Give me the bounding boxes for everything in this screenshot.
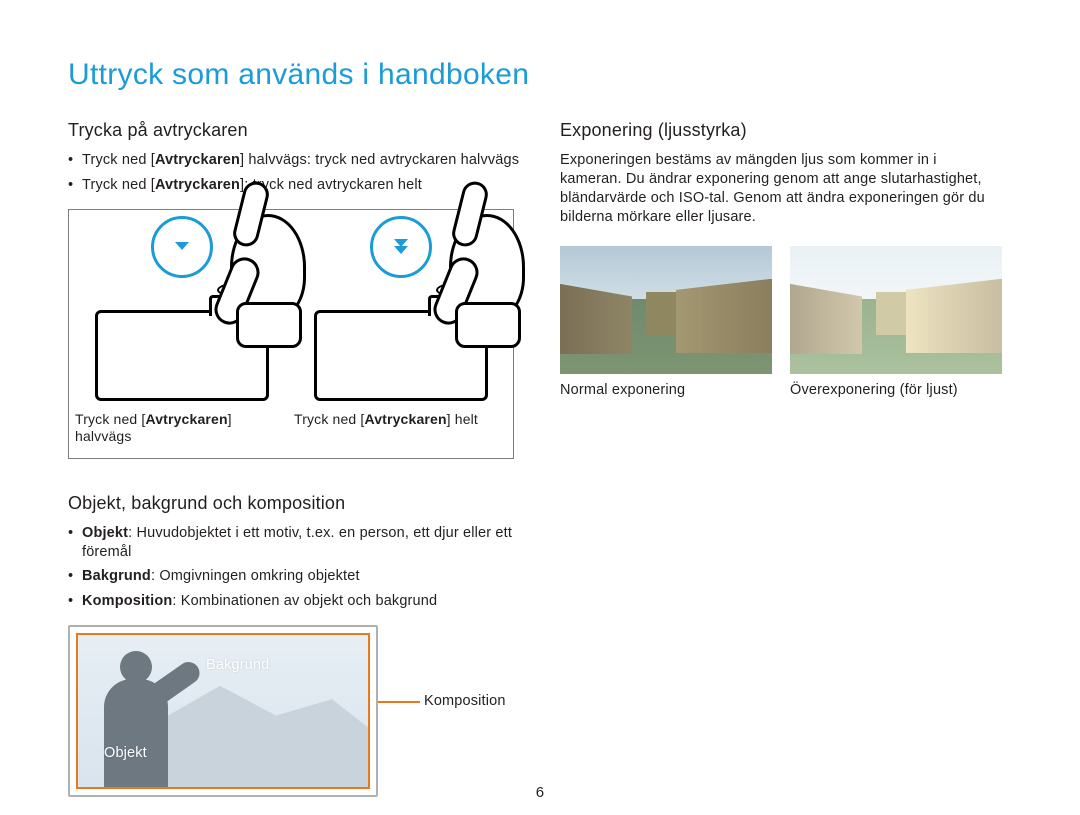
shutter-full-cell: Tryck ned [Avtryckaren] helt bbox=[294, 216, 507, 446]
text: : Huvudobjektet i ett motiv, t.ex. en pe… bbox=[82, 525, 512, 560]
press-half-icon bbox=[151, 216, 213, 278]
text-bold: Objekt bbox=[82, 525, 128, 541]
left-column: Trycka på avtryckaren Tryck ned [Avtryck… bbox=[68, 120, 520, 805]
caption: Överexponering (för ljust) bbox=[790, 382, 1002, 398]
manual-page: Uttryck som används i handboken Trycka p… bbox=[0, 0, 1080, 815]
shutter-half-cell: Tryck ned [Avtryckaren] halvvägs bbox=[75, 216, 288, 446]
section-heading-exposure: Exponering (ljusstyrka) bbox=[560, 120, 1000, 141]
text: ]: tryck ned avtryckaren helt bbox=[240, 177, 422, 193]
text: Tryck ned [ bbox=[82, 152, 155, 168]
page-number: 6 bbox=[536, 784, 545, 801]
shutter-full-illustration bbox=[294, 216, 507, 401]
caption: Normal exponering bbox=[560, 382, 772, 398]
section-heading-composition: Objekt, bakgrund och komposition bbox=[68, 493, 520, 514]
camera-icon bbox=[314, 310, 488, 401]
text-bold: Avtryckaren bbox=[145, 411, 227, 427]
photo-overexposed bbox=[790, 246, 1002, 374]
two-column-layout: Trycka på avtryckaren Tryck ned [Avtryck… bbox=[68, 120, 1016, 805]
shutter-figure: Tryck ned [Avtryckaren] halvvägs bbox=[68, 209, 514, 459]
photo-normal bbox=[560, 246, 772, 374]
label-objekt: Objekt bbox=[104, 745, 147, 761]
press-full-icon bbox=[370, 216, 432, 278]
list-item: Tryck ned [Avtryckaren] halvvägs: tryck … bbox=[68, 151, 520, 170]
person-icon bbox=[90, 647, 190, 787]
text-bold: Komposition bbox=[82, 593, 172, 609]
composition-figure-wrap: Bakgrund Objekt Komposition bbox=[68, 625, 520, 805]
leader-line bbox=[378, 701, 420, 703]
composition-bullet-list: Objekt: Huvudobjektet i ett motiv, t.ex.… bbox=[68, 524, 520, 611]
text: : Omgivningen omkring objektet bbox=[151, 568, 360, 584]
right-column: Exponering (ljusstyrka) Exponeringen bes… bbox=[560, 120, 1000, 805]
list-item: Objekt: Huvudobjektet i ett motiv, t.ex.… bbox=[68, 524, 520, 562]
exposure-photo-row: Normal exponering Överexponering (för lj… bbox=[560, 246, 1000, 398]
list-item: Komposition: Kombinationen av objekt och… bbox=[68, 592, 520, 611]
exposure-photo-normal: Normal exponering bbox=[560, 246, 772, 398]
caption: Tryck ned [Avtryckaren] helt bbox=[294, 411, 507, 429]
exposure-paragraph: Exponeringen bestäms av mängden ljus som… bbox=[560, 151, 1000, 228]
caption: Tryck ned [Avtryckaren] halvvägs bbox=[75, 411, 288, 446]
shutter-bullet-list: Tryck ned [Avtryckaren] halvvägs: tryck … bbox=[68, 151, 520, 195]
text: ] helt bbox=[447, 411, 478, 427]
label-komposition: Komposition bbox=[424, 693, 506, 709]
text: Tryck ned [ bbox=[294, 411, 364, 427]
label-bakgrund: Bakgrund bbox=[206, 657, 269, 673]
text-bold: Avtryckaren bbox=[155, 177, 240, 193]
section-heading-shutter: Trycka på avtryckaren bbox=[68, 120, 520, 141]
camera-icon bbox=[95, 310, 269, 401]
page-title: Uttryck som används i handboken bbox=[68, 58, 1016, 92]
text-bold: Avtryckaren bbox=[155, 152, 240, 168]
text: : Kombinationen av objekt och bakgrund bbox=[172, 593, 437, 609]
list-item: Bakgrund: Omgivningen omkring objektet bbox=[68, 567, 520, 586]
text-bold: Bakgrund bbox=[82, 568, 151, 584]
list-item: Tryck ned [Avtryckaren]: tryck ned avtry… bbox=[68, 176, 520, 195]
text-bold: Avtryckaren bbox=[364, 411, 446, 427]
text: Tryck ned [ bbox=[82, 177, 155, 193]
shutter-half-illustration bbox=[75, 216, 288, 401]
text: Tryck ned [ bbox=[75, 411, 145, 427]
exposure-photo-over: Överexponering (för ljust) bbox=[790, 246, 1002, 398]
composition-figure: Bakgrund Objekt bbox=[68, 625, 378, 797]
text: ] halvvägs: tryck ned avtryckaren halvvä… bbox=[240, 152, 519, 168]
